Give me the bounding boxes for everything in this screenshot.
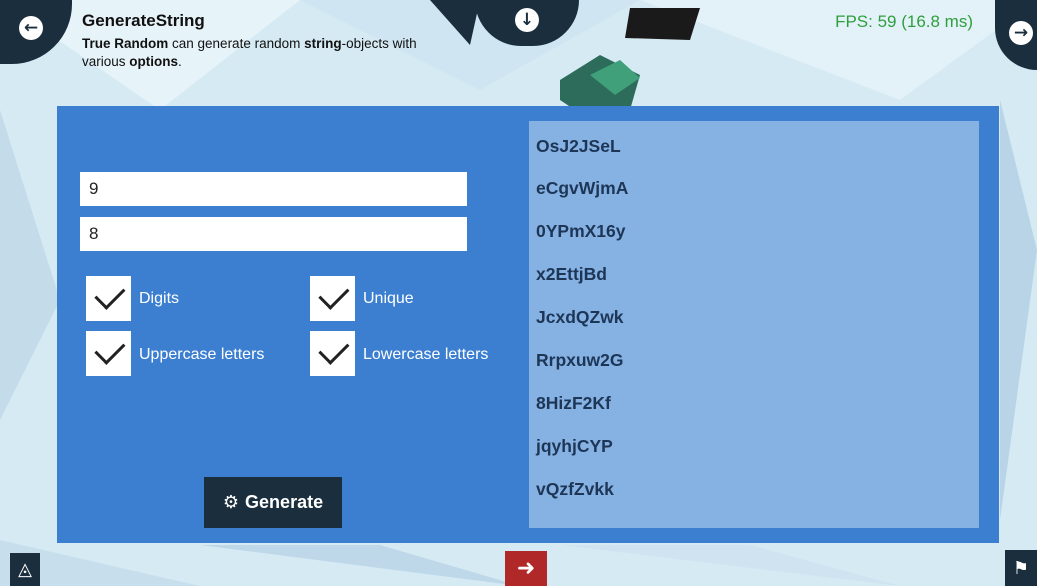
result-item: jqyhjCYP [536,436,613,456]
gear-icon: ⚙ [222,492,240,513]
unity-button[interactable]: ◬ [10,553,40,586]
generate-label: Generate [245,492,324,512]
result-item: eCgvWjmA [536,178,629,198]
result-item: Rrpxuw2G [536,350,624,370]
unity-logo-icon: ◬ [18,559,32,580]
exit-button[interactable]: ➜ [505,551,547,586]
result-item: 8HizF2Kf [536,393,611,413]
digits-label: Digits [139,290,180,307]
unique-label: Unique [363,290,414,307]
generate-button[interactable]: ⚙ Generate [204,477,342,528]
check-icon [318,333,350,365]
results-list[interactable]: OsJ2JSeL eCgvWjmA 0YPmX16y x2EttjBd Jcxd… [529,121,979,528]
check-icon [94,278,126,310]
result-item: vQzfZvkk [536,479,614,499]
fps-counter: FPS: 59 (16.8 ms) [835,12,973,31]
uppercase-label: Uppercase letters [139,346,265,363]
digits-checkbox[interactable] [86,276,131,321]
header: GenerateString True Random can generate … [82,11,442,71]
uppercase-checkbox[interactable] [86,331,131,376]
lowercase-checkbox[interactable] [310,331,355,376]
lowercase-label: Lowercase letters [363,346,489,363]
flag-icon: ⚑ [1012,557,1030,579]
result-item: JcxdQZwk [536,307,624,327]
length-input[interactable] [80,217,467,251]
flag-button[interactable]: ⚑ [1005,550,1037,586]
arrow-down-circle-icon: ↓ [515,8,539,32]
number-input[interactable] [80,172,467,206]
check-icon [94,333,126,365]
exit-icon: ➜ [516,556,536,581]
result-item: 0YPmX16y [536,221,626,241]
page-description: True Random can generate random string-o… [82,36,417,69]
arrow-left-circle-icon: ← [19,16,43,40]
unique-checkbox[interactable] [310,276,355,321]
page-title: GenerateString [82,11,205,30]
result-item: OsJ2JSeL [536,136,621,156]
check-icon [318,278,350,310]
result-item: x2EttjBd [536,264,607,284]
arrow-right-circle-icon: → [1009,21,1033,45]
